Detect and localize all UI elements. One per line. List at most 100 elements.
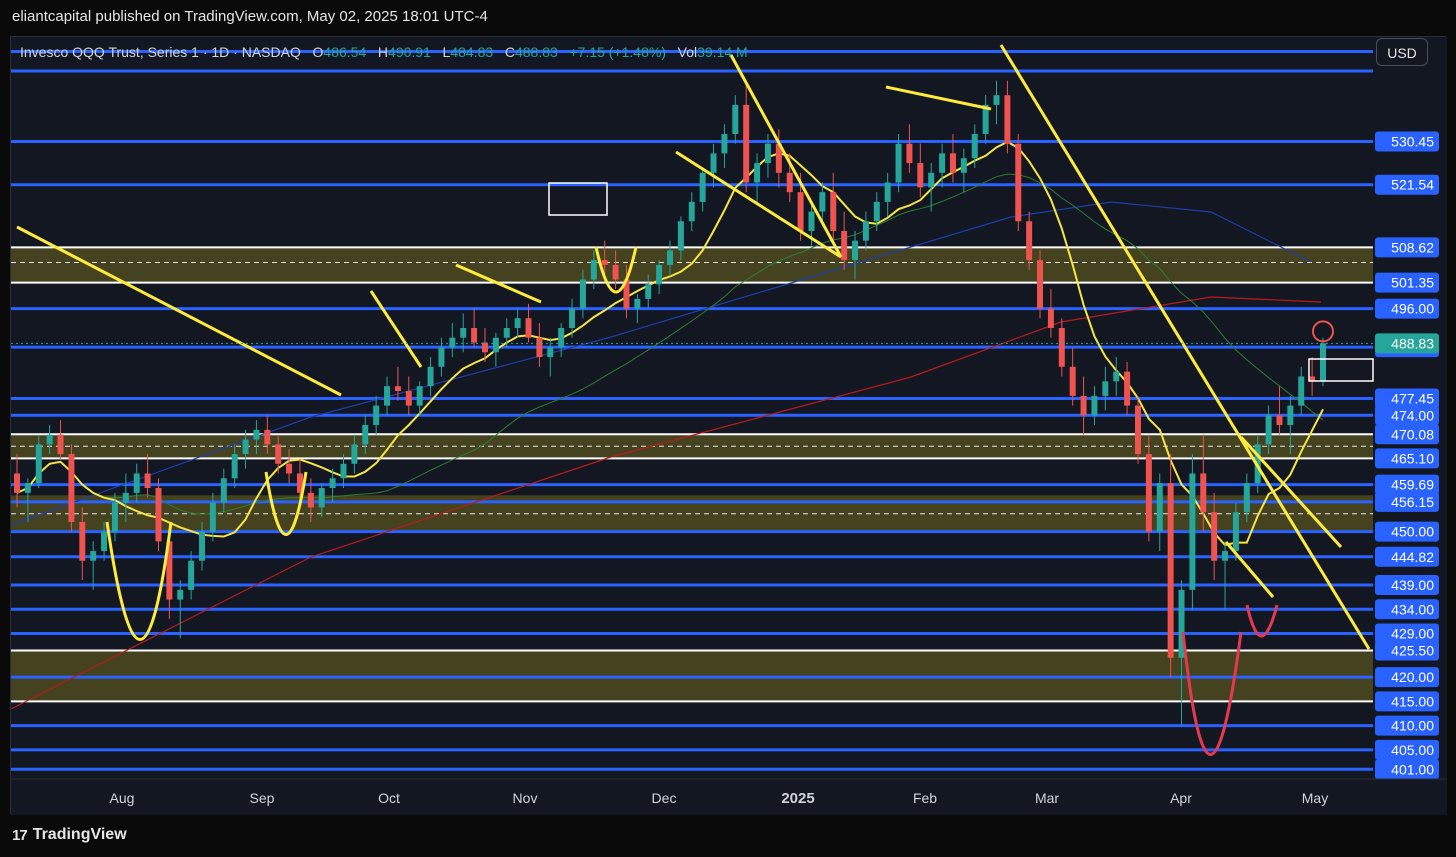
- candle-body: [264, 429, 271, 445]
- change-value: +7.15 (+1.48%): [569, 44, 666, 60]
- time-axis-label: Nov: [513, 790, 538, 806]
- last-price-label: 488.83: [1391, 335, 1434, 351]
- price-label: 496.00: [1391, 301, 1434, 317]
- candle-body: [797, 192, 804, 231]
- candle-body: [601, 260, 608, 265]
- candle-body: [873, 201, 880, 222]
- currency-button[interactable]: USD: [1376, 38, 1428, 66]
- candle-body: [514, 318, 521, 328]
- candle-body: [612, 264, 619, 280]
- price-label: 410.00: [1391, 718, 1434, 734]
- price-label: 530.45: [1391, 134, 1434, 150]
- screenshot-frame: eliantcapital published on TradingView.c…: [0, 0, 1456, 857]
- candle-body: [960, 158, 967, 173]
- price-label: 420.00: [1391, 669, 1434, 685]
- time-axis-label: May: [1302, 790, 1328, 806]
- candle-body: [1080, 395, 1087, 416]
- candle-body: [536, 337, 543, 358]
- candle-body: [1167, 483, 1174, 658]
- candle-body: [1232, 512, 1239, 552]
- candle-body: [46, 434, 53, 445]
- candle-body: [427, 366, 434, 387]
- price-label: 401.00: [1391, 761, 1434, 777]
- candle-body: [677, 221, 684, 251]
- candle-body: [786, 172, 793, 193]
- supply-demand-zone: [11, 247, 1373, 283]
- price-chart[interactable]: 530.45521.54508.62501.35496.00488.05477.…: [11, 37, 1447, 815]
- price-label: 415.00: [1391, 693, 1434, 709]
- candle-body: [438, 347, 445, 367]
- candle-body: [1287, 405, 1294, 425]
- candle-body: [1069, 366, 1076, 396]
- candle-body: [1276, 415, 1283, 425]
- candle-body: [939, 153, 946, 173]
- candle-body: [949, 153, 956, 173]
- volume-value: 39.14 M: [697, 44, 748, 60]
- price-label: 508.62: [1391, 239, 1434, 255]
- candle-body: [1124, 371, 1131, 406]
- candle-body: [1156, 483, 1163, 532]
- candle-body: [188, 560, 195, 590]
- candle-body: [24, 483, 31, 493]
- candle-body: [1211, 512, 1218, 561]
- candle-body: [993, 95, 1000, 105]
- candle-body: [144, 473, 151, 489]
- candle-body: [841, 230, 848, 261]
- candle-body: [416, 386, 423, 406]
- price-label: 470.08: [1391, 426, 1434, 442]
- candle-body: [68, 454, 75, 522]
- candle-body: [1222, 551, 1229, 561]
- candle-body: [90, 551, 97, 561]
- price-label: 450.00: [1391, 524, 1434, 540]
- candle-body: [764, 143, 771, 164]
- tradingview-footer: 17 TradingView: [12, 826, 127, 844]
- candle-body: [1026, 221, 1033, 261]
- candle-body: [819, 192, 826, 212]
- candle-body: [971, 133, 978, 159]
- close-value: 488.83: [514, 44, 558, 60]
- time-axis-label: Dec: [652, 790, 677, 806]
- time-axis-label: Oct: [378, 790, 400, 806]
- price-label: 405.00: [1391, 742, 1434, 758]
- candle-body: [220, 478, 227, 503]
- time-axis-label: Feb: [913, 790, 937, 806]
- candle-body: [1015, 143, 1022, 222]
- candle-body: [1091, 395, 1098, 416]
- price-label: 474.00: [1391, 407, 1434, 423]
- candle-body: [1004, 95, 1011, 144]
- candle-body: [449, 337, 456, 348]
- candle-body: [79, 521, 86, 561]
- candle-body: [384, 386, 391, 406]
- price-label: 465.10: [1391, 450, 1434, 466]
- candle-body: [405, 391, 412, 406]
- candle-body: [253, 429, 260, 440]
- chart-panel[interactable]: 530.45521.54508.62501.35496.00488.05477.…: [10, 36, 1447, 815]
- candle-body: [481, 342, 488, 353]
- candle-body: [645, 284, 652, 299]
- close-label: C: [504, 44, 515, 60]
- candle-body: [275, 444, 282, 464]
- candle-body: [634, 298, 641, 309]
- candle-body: [569, 308, 576, 328]
- open-label: O: [312, 44, 324, 60]
- candle-body: [231, 454, 238, 479]
- candle-body: [242, 439, 249, 455]
- candle-body: [133, 473, 140, 493]
- candle-body: [590, 260, 597, 280]
- candle-body: [340, 463, 347, 479]
- candle-body: [667, 250, 673, 265]
- price-label: 434.00: [1391, 601, 1434, 617]
- candle-body: [101, 531, 108, 552]
- candle-body: [917, 163, 924, 188]
- candle-body: [1037, 260, 1044, 309]
- publisher-header: eliantcapital published on TradingView.c…: [12, 8, 488, 25]
- volume-label: Vol: [677, 44, 698, 60]
- candle-body: [492, 337, 499, 353]
- candle-body: [579, 279, 586, 309]
- price-label: 477.45: [1391, 391, 1434, 407]
- candle-body: [460, 327, 467, 338]
- candle-body: [1102, 381, 1109, 396]
- tradingview-brand: TradingView: [32, 826, 127, 843]
- candle-body: [351, 444, 358, 464]
- candle-body: [743, 104, 750, 183]
